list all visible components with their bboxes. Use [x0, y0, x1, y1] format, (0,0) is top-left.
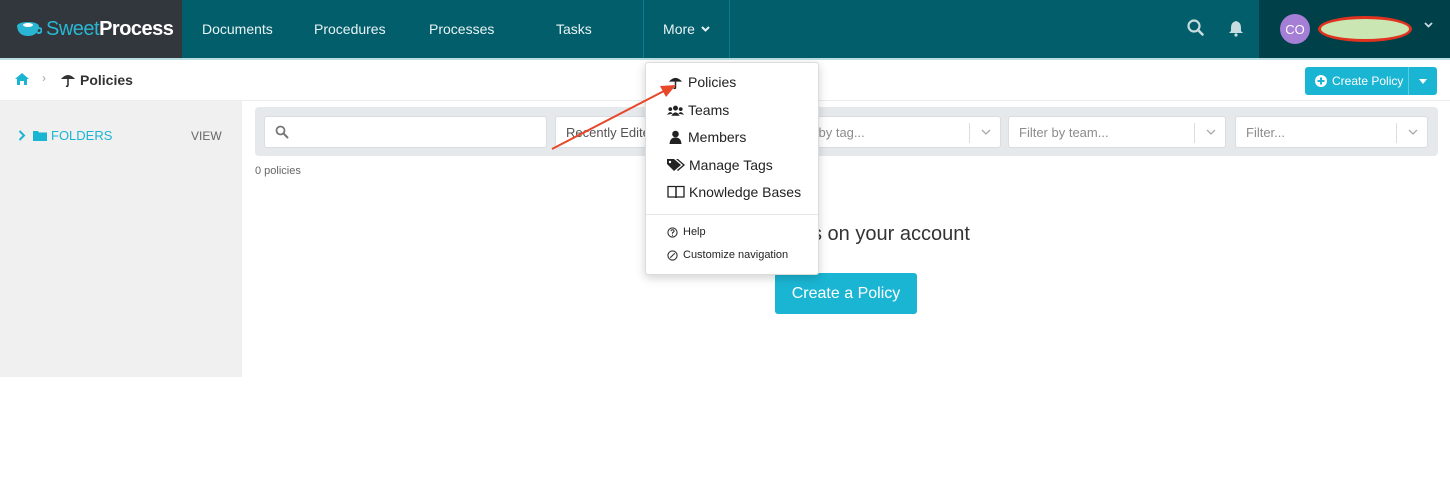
- empty-state-message: s on your account: [812, 223, 970, 245]
- menu-item-label: Help: [683, 226, 706, 238]
- bell-icon[interactable]: [1226, 18, 1246, 38]
- search-icon[interactable]: [1186, 18, 1206, 38]
- brand-name-light: Sweet: [46, 17, 100, 40]
- create-policy-label: Create Policy: [1332, 74, 1404, 88]
- more-dropdown-menu: Policies Teams Members Manage Tags Knowl…: [645, 62, 819, 275]
- folders-toggle[interactable]: FOLDERS: [18, 128, 112, 143]
- avatar: CO: [1280, 14, 1310, 44]
- sort-value: Recently Edited: [566, 124, 658, 140]
- nav-documents[interactable]: Documents: [202, 0, 273, 58]
- select-divider: [1194, 123, 1195, 143]
- chevron-down-icon: [981, 129, 991, 135]
- view-toggle[interactable]: VIEW: [191, 129, 222, 143]
- chevron-down-icon: [701, 26, 710, 32]
- menu-divider: [646, 214, 818, 215]
- chevron-right-icon: [18, 130, 26, 141]
- book-open-icon: [667, 185, 685, 199]
- ban-circle-icon: [667, 249, 678, 261]
- home-icon[interactable]: [14, 72, 30, 86]
- users-icon: [667, 105, 684, 116]
- question-circle-icon: [667, 226, 678, 238]
- umbrella-icon: [668, 77, 683, 89]
- menu-item-manage-tags[interactable]: Manage Tags: [667, 157, 773, 173]
- filter-bar: Recently Edited Filter by tag... Filter …: [255, 107, 1438, 156]
- user-icon: [669, 130, 682, 144]
- chevron-down-icon: [1206, 129, 1216, 135]
- search-input[interactable]: [264, 116, 547, 148]
- menu-item-label: Customize navigation: [683, 249, 789, 261]
- menu-item-knowledge-bases[interactable]: Knowledge Bases: [667, 184, 801, 200]
- tags-icon: [667, 159, 685, 171]
- team-filter-placeholder: Filter by team...: [1019, 124, 1109, 140]
- nav-more-label: More: [663, 21, 695, 37]
- chevron-down-icon: [1408, 129, 1418, 135]
- select-divider: [1396, 123, 1397, 143]
- folders-sidebar: FOLDERS VIEW: [0, 101, 242, 377]
- nav-procedures[interactable]: Procedures: [314, 0, 386, 58]
- menu-item-members[interactable]: Members: [667, 129, 746, 145]
- other-filter-select[interactable]: Filter...: [1235, 116, 1428, 148]
- caret-down-icon: [1419, 78, 1427, 84]
- menu-item-label: Teams: [688, 102, 730, 118]
- umbrella-icon: [61, 75, 75, 88]
- menu-item-customize-navigation[interactable]: Customize navigation: [667, 249, 788, 261]
- menu-item-help[interactable]: Help: [667, 226, 706, 238]
- teacup-logo-icon: [17, 22, 42, 36]
- create-policy-split-button: Create Policy: [1305, 67, 1437, 95]
- nav-tasks[interactable]: Tasks: [556, 0, 592, 58]
- breadcrumb-current: Policies: [80, 72, 133, 88]
- redacted-username: [1318, 16, 1412, 42]
- select-divider: [969, 123, 970, 143]
- plus-circle-icon: [1315, 75, 1327, 87]
- top-navigation: SweetProcess Documents Procedures Proces…: [0, 0, 1450, 58]
- brand-name-bold: Process: [99, 17, 174, 40]
- nav-processes[interactable]: Processes: [429, 0, 494, 58]
- team-filter-select[interactable]: Filter by team...: [1008, 116, 1226, 148]
- menu-item-label: Manage Tags: [689, 157, 773, 173]
- menu-item-teams[interactable]: Teams: [667, 102, 729, 118]
- create-a-policy-button[interactable]: Create a Policy: [775, 273, 917, 314]
- chevron-down-icon: [1424, 22, 1433, 28]
- policy-count: 0 policies: [255, 165, 301, 177]
- create-policy-button[interactable]: Create Policy: [1305, 67, 1409, 95]
- breadcrumb-separator: ›: [42, 71, 46, 85]
- menu-item-policies[interactable]: Policies: [667, 74, 736, 90]
- search-icon: [275, 125, 289, 139]
- menu-item-label: Members: [688, 129, 747, 145]
- user-menu[interactable]: CO: [1259, 0, 1450, 58]
- create-policy-options-toggle[interactable]: [1409, 78, 1437, 84]
- folders-label: FOLDERS: [51, 128, 113, 143]
- menu-item-label: Policies: [688, 74, 737, 90]
- menu-item-label: Knowledge Bases: [689, 184, 802, 200]
- folder-icon: [33, 131, 47, 141]
- other-filter-placeholder: Filter...: [1246, 124, 1286, 140]
- brand-name: SweetProcess: [46, 17, 174, 41]
- nav-more-dropdown[interactable]: More: [643, 0, 730, 58]
- logo[interactable]: SweetProcess: [0, 0, 182, 58]
